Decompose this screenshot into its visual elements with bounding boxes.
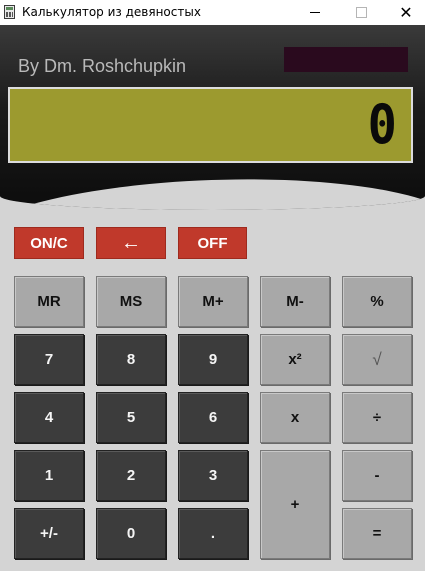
display-panel: By Dm. Roshchupkin 0 — [0, 25, 425, 210]
title-bar: Калькулятор из девяностых ✕ — [0, 0, 425, 25]
multiply-button[interactable]: x — [260, 392, 330, 443]
digit-2-button[interactable]: 2 — [96, 450, 166, 501]
memory-indicator — [284, 47, 408, 72]
maximize-button[interactable] — [338, 0, 384, 25]
minimize-icon — [310, 12, 320, 13]
percent-button[interactable]: % — [342, 276, 412, 327]
on-clear-button[interactable]: ON/C — [14, 227, 84, 259]
minus-button[interactable]: - — [342, 450, 412, 501]
close-icon: ✕ — [399, 2, 413, 22]
off-button[interactable]: OFF — [178, 227, 247, 259]
equals-button[interactable]: = — [342, 508, 412, 559]
calculator-app-icon — [4, 5, 15, 19]
digit-7-button[interactable]: 7 — [14, 334, 84, 385]
digit-5-button[interactable]: 5 — [96, 392, 166, 443]
digit-9-button[interactable]: 9 — [178, 334, 248, 385]
digit-0-button[interactable]: 0 — [96, 508, 166, 559]
lcd-screen: 0 — [8, 87, 413, 163]
memory-recall-button[interactable]: MR — [14, 276, 84, 327]
plus-button[interactable]: + — [260, 450, 330, 559]
memory-add-button[interactable]: M+ — [178, 276, 248, 327]
memory-subtract-button[interactable]: M- — [260, 276, 330, 327]
square-button[interactable]: x² — [260, 334, 330, 385]
digit-6-button[interactable]: 6 — [178, 392, 248, 443]
digit-1-button[interactable]: 1 — [14, 450, 84, 501]
maximize-icon — [355, 7, 367, 18]
memory-store-button[interactable]: MS — [96, 276, 166, 327]
square-root-button[interactable]: √ — [342, 334, 412, 385]
minimize-button[interactable] — [292, 0, 338, 25]
digit-3-button[interactable]: 3 — [178, 450, 248, 501]
decimal-point-button[interactable]: . — [178, 508, 248, 559]
digit-4-button[interactable]: 4 — [14, 392, 84, 443]
sign-toggle-button[interactable]: +/- — [14, 508, 84, 559]
divide-button[interactable]: ÷ — [342, 392, 412, 443]
digit-8-button[interactable]: 8 — [96, 334, 166, 385]
close-button[interactable]: ✕ — [383, 0, 425, 25]
backspace-button[interactable]: ← — [96, 227, 166, 259]
author-label: By Dm. Roshchupkin — [18, 56, 187, 76]
display-value: 0 — [368, 93, 398, 156]
window-title: Калькулятор из девяностых — [22, 5, 201, 19]
